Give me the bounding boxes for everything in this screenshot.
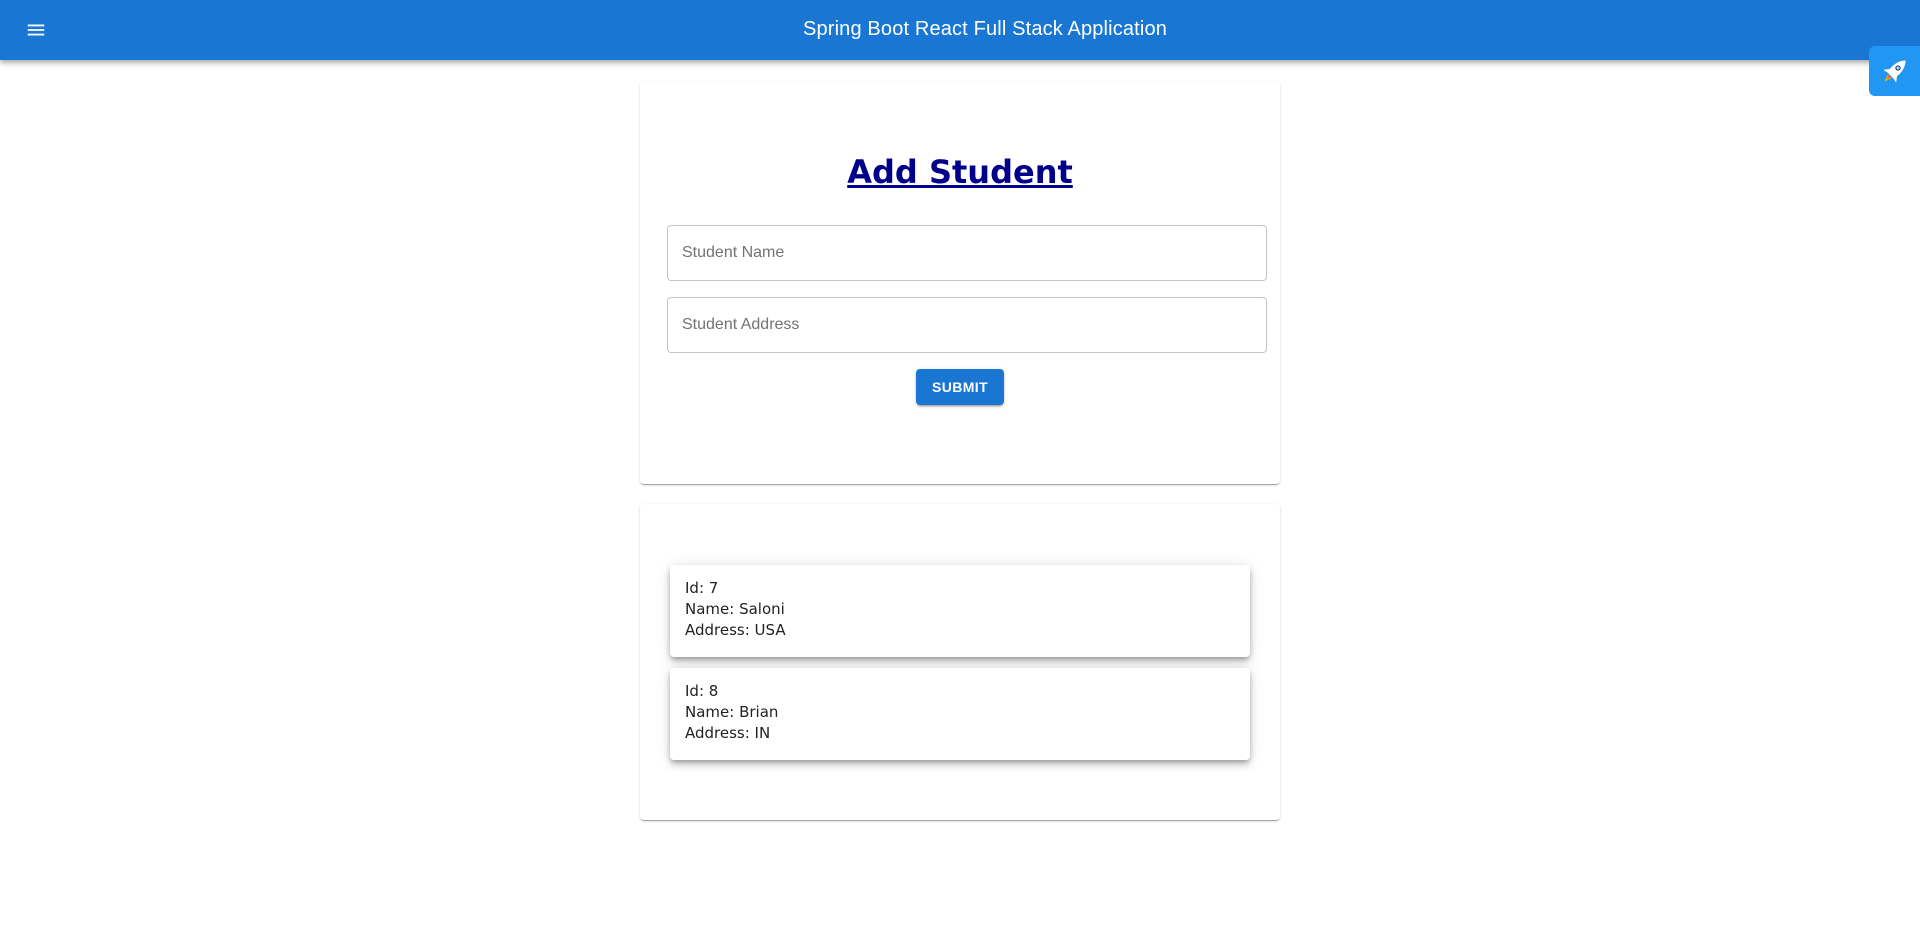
student-name: Name: Saloni bbox=[685, 600, 785, 618]
student-card: Id: 7 Name: Saloni Address: USA bbox=[670, 565, 1250, 657]
rocket-widget-button[interactable] bbox=[1869, 46, 1920, 96]
student-address: Address: IN bbox=[685, 724, 771, 742]
add-student-panel bbox=[640, 82, 1280, 484]
submit-button[interactable]: Submit bbox=[916, 369, 1004, 405]
app-bar: Spring Boot React Full Stack Application bbox=[0, 0, 1920, 60]
student-name: Name: Brian bbox=[685, 703, 779, 721]
rocket-icon bbox=[1882, 60, 1906, 83]
student-address: Address: USA bbox=[685, 621, 786, 639]
student-id: Id: 8 bbox=[685, 682, 719, 700]
student-id: Id: 7 bbox=[685, 579, 719, 597]
student-list-panel bbox=[640, 504, 1280, 820]
app-title: Spring Boot React Full Stack Application bbox=[803, 18, 1167, 40]
student-name-field[interactable] bbox=[667, 225, 1267, 281]
student-card: Id: 8 Name: Brian Address: IN bbox=[670, 668, 1250, 760]
page-title: Add Student bbox=[847, 153, 1073, 191]
student-address-field[interactable] bbox=[667, 297, 1267, 353]
